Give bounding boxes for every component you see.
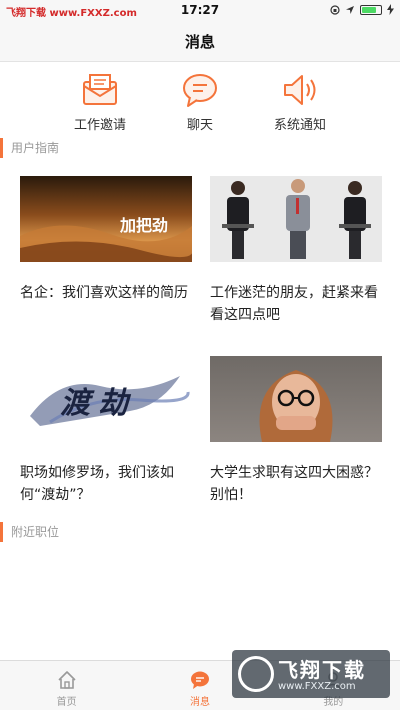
- chat-bubble-icon: [183, 74, 217, 107]
- envelope-icon: [83, 74, 117, 105]
- charging-icon: [387, 4, 394, 15]
- orientation-lock-icon: [330, 4, 340, 15]
- article-card[interactable]: 大学生求职有这四大困惑？别怕！: [210, 356, 382, 506]
- article-image-desert: 加把劲: [20, 176, 192, 262]
- article-image-caption: 加把劲: [120, 216, 169, 235]
- section-user-guide: 用户指南: [0, 138, 400, 158]
- message-icon: [190, 671, 209, 689]
- article-title: 名企：我们喜欢这样的简历: [20, 285, 188, 301]
- work-invitation-button[interactable]: 工作邀请: [60, 70, 140, 133]
- watermark-logo-icon: [238, 656, 274, 692]
- status-icons: [330, 4, 394, 15]
- location-icon: [346, 5, 354, 14]
- status-bar: 飞翔下载 www.FXXZ.com 17:27: [0, 0, 400, 22]
- watermark-badge: 飞翔下载 www.FXXZ.com: [232, 650, 390, 698]
- page-title: 消息: [184, 33, 215, 51]
- article-image-interview: [210, 176, 382, 262]
- tab-home-label: 首页: [56, 697, 77, 708]
- article-image-caption: 渡劫: [60, 386, 136, 421]
- article-card[interactable]: 渡劫 职场如修罗场，我们该如何“渡劫”？: [20, 356, 192, 506]
- article-card[interactable]: 加把劲 名企：我们喜欢这样的简历: [20, 176, 192, 304]
- article-card[interactable]: 工作迷茫的朋友，赶紧来看看这四点吧: [210, 176, 382, 326]
- speaker-icon: [284, 75, 316, 105]
- work-invitation-label: 工作邀请: [73, 118, 126, 133]
- article-title: 大学生求职有这四大困惑？别怕！: [210, 465, 378, 503]
- section-user-guide-label: 用户指南: [11, 141, 60, 155]
- watermark-badge-url: www.FXXZ.com: [278, 681, 356, 692]
- battery-icon: [360, 4, 382, 15]
- home-icon: [58, 671, 76, 689]
- section-nearby-jobs-label: 附近职位: [11, 525, 60, 539]
- article-image-worried-woman: [210, 356, 382, 442]
- article-title: 职场如修罗场，我们该如何“渡劫”？: [20, 465, 174, 503]
- tab-home[interactable]: 首页: [0, 661, 133, 710]
- watermark-badge-title: 飞翔下载: [278, 658, 366, 682]
- system-notification-button[interactable]: 系统通知: [260, 70, 340, 133]
- system-notification-label: 系统通知: [273, 118, 326, 133]
- quick-actions: 工作邀请 聊天 系统通知: [60, 70, 340, 133]
- nav-bar: 消息: [0, 22, 400, 62]
- article-image-calligraphy: 渡劫: [20, 356, 192, 442]
- chat-button[interactable]: 聊天: [160, 70, 240, 133]
- section-nearby-jobs: 附近职位: [0, 522, 400, 542]
- chat-label: 聊天: [186, 118, 213, 133]
- article-title: 工作迷茫的朋友，赶紧来看看这四点吧: [210, 285, 378, 323]
